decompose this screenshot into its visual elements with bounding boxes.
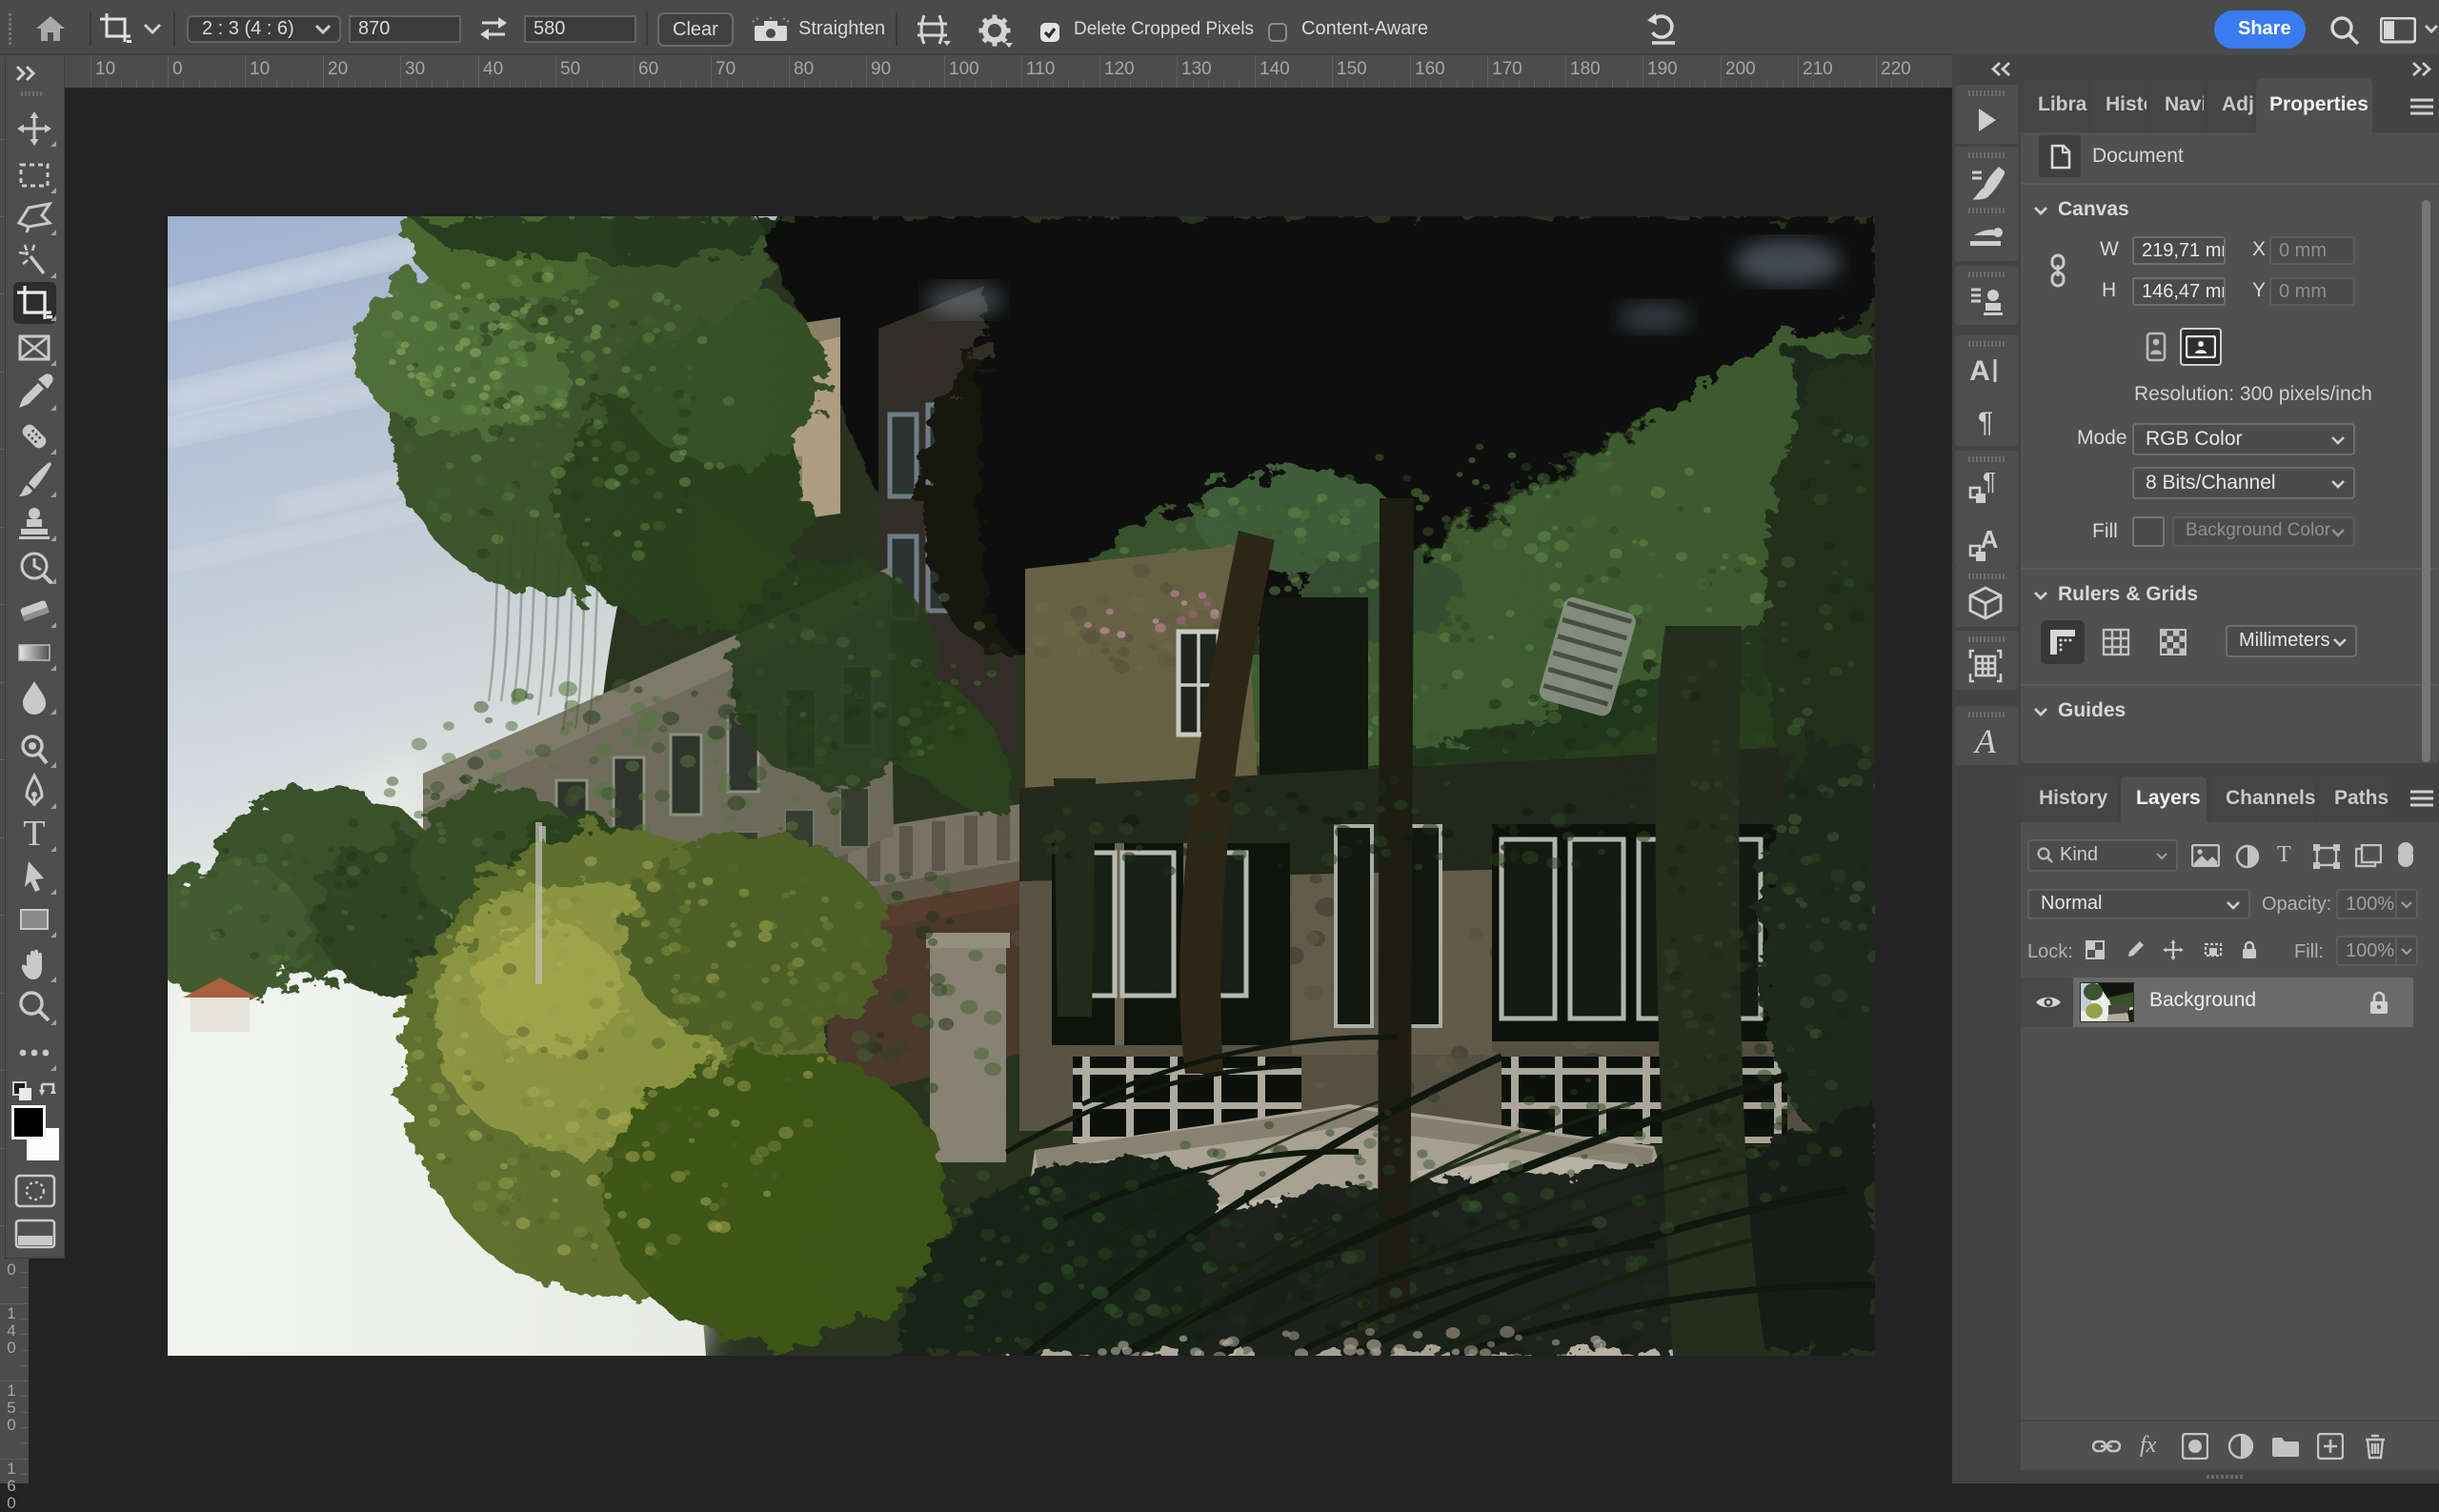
svg-text:¶: ¶ [1978,407,1993,438]
svg-text:A: A [1981,525,1999,554]
svg-text:A: A [1973,722,1997,760]
svg-text:¶: ¶ [1983,467,1996,495]
svg-text:T: T [23,815,45,853]
svg-text:A: A [1969,355,1990,387]
